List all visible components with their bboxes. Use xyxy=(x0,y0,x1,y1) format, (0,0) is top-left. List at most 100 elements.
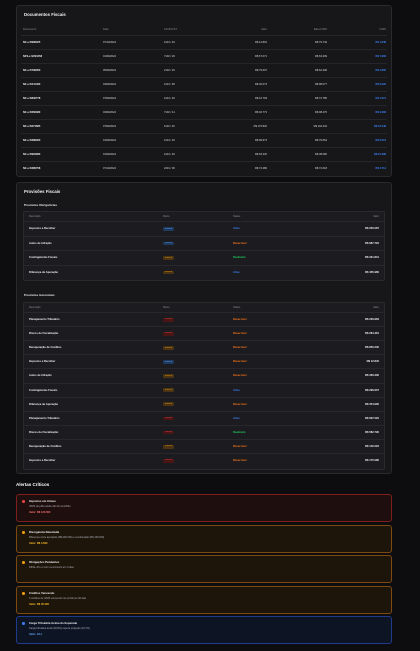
provision-desc: Autos de Infração xyxy=(29,241,52,245)
alert-description: Diferença entre apuração (R$ 290.000) e … xyxy=(29,535,105,539)
table-row[interactable]: NF-e 6/274685 07/09/2024 1102 / 40 R$ 176.8… xyxy=(21,119,387,133)
doc-valor: R$ 16.793 xyxy=(255,97,267,100)
provision-value: R$ 296.607 xyxy=(365,388,379,392)
alert-card[interactable]: Créditos Vencendo 3 créditos de ICMS venc… xyxy=(16,585,392,614)
table-row[interactable]: NF-e 6/441460 03/09/2024 1201 / 90 R$ 40.07… xyxy=(21,77,387,91)
header-desc: Descrição xyxy=(29,215,41,218)
doc-valor: R$ 40.073 xyxy=(255,83,267,86)
provision-type: mensal xyxy=(163,227,175,231)
header-tipo: Risco xyxy=(163,215,170,218)
provision-row[interactable]: Diferença de Apuração mensal Ativo R$ 465.9… xyxy=(24,264,384,280)
table-row[interactable]: NF-e 6/799003 05/09/2024 2102 / 20 R$ 79.60… xyxy=(21,63,387,77)
alert-card[interactable]: Carga Tributária Acima do Esperado Carga … xyxy=(16,616,392,644)
documents-panel: Documentos Fiscais Documento Data CFOP/C… xyxy=(16,5,392,177)
alert-icon xyxy=(22,591,25,595)
doc-number: NF-e 6/984980 xyxy=(23,153,41,156)
header-desc: Descrição xyxy=(29,306,41,309)
table-row[interactable]: NF-e 6/380708 07/10/2024 2201 / 00 R$ 74.38… xyxy=(21,161,387,175)
provision-desc: Riscos de Fiscalização xyxy=(29,332,59,336)
doc-icms: R$ 4.805 xyxy=(375,69,386,72)
provision-row[interactable]: Riscos de Fiscalização mensal Reversível R$… xyxy=(24,326,384,340)
header-base: Base ICMS xyxy=(313,27,327,31)
provision-desc: Diferença de Apuração xyxy=(29,270,59,274)
type-badge: mensal xyxy=(163,241,175,246)
doc-cfop: 1201 / 20 xyxy=(164,139,175,142)
status-label: Reversível xyxy=(233,241,247,245)
table-row[interactable]: NF-e 6/989025 07/10/2024 1201 / 40 R$ 12.89… xyxy=(21,35,387,49)
alert-title: Obrigações Pendentes xyxy=(29,560,60,564)
provision-row[interactable]: Autos de Infração mensal Reversível R$ 326.… xyxy=(24,368,384,382)
provision-row[interactable]: Planejamento Tributário mensal Ativo R$ 697… xyxy=(24,410,384,425)
table-row[interactable]: NF-e 6/984980 01/09/2024 1201 / 20 R$ 93.32… xyxy=(21,147,387,161)
alert-value: Valor: 18,1 xyxy=(29,633,42,636)
provision-type: mensal xyxy=(163,430,175,435)
provision-row[interactable]: Contingências Fiscais mensal Realizado R$ 3… xyxy=(24,250,384,265)
alert-description: DIFAL-Pro el com vencimento em 3 dias xyxy=(29,566,74,569)
provision-desc: Planejamento Tributário xyxy=(29,318,60,322)
alert-card[interactable]: Divergência Detectada Diferença entre apu… xyxy=(16,524,392,553)
provision-row[interactable]: Impostos a Recolher mensal Ativo R$ 200.087 xyxy=(24,221,384,236)
provision-value: R$ 326.390 xyxy=(365,374,379,378)
header-icms: ICMS xyxy=(379,27,386,31)
alert-card[interactable]: Impostos em Atraso ICMS de julho ainda nã… xyxy=(16,494,392,522)
doc-valor: R$ 93.320 xyxy=(255,153,267,156)
provision-row[interactable]: Impostos a Recolher mensal Reversível R$ 12… xyxy=(24,354,384,368)
provision-value: R$ 354.990 xyxy=(365,402,379,406)
doc-cfop: 1102 / 40 xyxy=(164,125,175,128)
provision-desc: Impostos a Recolher xyxy=(29,360,56,364)
type-badge: mensal xyxy=(163,346,175,350)
type-badge: mensal xyxy=(163,331,175,336)
table-row[interactable]: NF-e 6/386923 01/09/2024 1201 / 20 R$ 99.97… xyxy=(21,133,387,147)
provision-value: R$ 582.790 xyxy=(365,430,379,434)
doc-number: NF-e 6/441460 xyxy=(23,83,41,86)
doc-cfop: 1201 / 90 xyxy=(164,83,175,86)
doc-cfop: 7102 / 20 xyxy=(164,55,175,58)
provision-row[interactable]: Contingências Fiscais mensal Ativo R$ 296.6… xyxy=(24,382,384,397)
doc-cfop: 2201 / 00 xyxy=(164,167,175,170)
type-badge: mensal xyxy=(163,270,175,275)
managerial-title: Provisões Gerenciais xyxy=(24,293,55,297)
provision-row[interactable]: Recuperação de Créditos mensal Reversível R… xyxy=(24,340,384,354)
type-badge: mensal xyxy=(163,458,175,463)
doc-icms: R$ 1.848 xyxy=(375,41,386,44)
provision-row[interactable]: Riscos de Fiscalização mensal Realizado R$ … xyxy=(24,424,384,439)
status-label: Reversível xyxy=(233,346,247,350)
table-row[interactable]: NF-e 6/832778 07/09/2024 1201 / 20 R$ 16.79… xyxy=(21,91,387,105)
status-label: Reversível xyxy=(233,374,247,378)
doc-icms: R$ 4.074 xyxy=(375,97,386,100)
alerts-title: Alertas Críticos xyxy=(16,482,50,487)
status-label: Realizado xyxy=(233,256,246,260)
doc-date: 03/09/2024 xyxy=(103,83,116,86)
provision-row[interactable]: Autos de Infração mensal Reversível R$ 687.… xyxy=(24,235,384,251)
alert-icon xyxy=(22,500,25,503)
provision-value: R$ 229.962 xyxy=(365,318,379,322)
provision-desc: Recuperação de Créditos xyxy=(29,444,62,448)
header-doc: Documento xyxy=(23,27,37,31)
provision-row[interactable]: Recuperação de Créditos mensal Reversível R… xyxy=(24,438,384,453)
alert-card[interactable]: Obrigações Pendentes DIFAL-Pro el com ven… xyxy=(16,555,392,583)
provision-value: R$ 146.022 xyxy=(365,444,379,448)
provision-row[interactable]: Planejamento Tributário mensal Reversível R… xyxy=(24,312,384,326)
documents-table-header: Documento Data CFOP/CST Valor Base ICMS … xyxy=(21,25,387,33)
provision-type: mensal xyxy=(163,444,175,449)
provision-desc: Diferença de Apuração xyxy=(29,402,59,406)
type-badge: mensal xyxy=(163,256,175,260)
table-row[interactable]: NFS-e 6/294458 01/09/2024 7102 / 20 R$ 67.0… xyxy=(21,49,387,63)
doc-base: R$ 63.309 xyxy=(315,55,327,58)
alert-icon xyxy=(22,561,25,564)
provision-type: mensal xyxy=(163,317,175,322)
status-label: Reversível xyxy=(233,459,247,463)
managerial-table: Descrição Risco Status Valor Planejamento Tr… xyxy=(23,302,385,470)
documents-title: Documentos Fiscais xyxy=(24,12,66,17)
alert-description: 3 créditos de ICMS vencendo nos próximos… xyxy=(29,596,87,600)
table-row[interactable]: NF-e 6/269380 03/09/2024 7102 / 41 R$ 46.77… xyxy=(21,105,387,119)
provision-row[interactable]: Impostos a Recolher mensal Reversível R$ 17… xyxy=(24,453,384,467)
alert-description: Carga tributária atual (18,8%) supera pr… xyxy=(29,627,90,630)
status-label: Ativo xyxy=(233,270,240,274)
doc-number: NF-e 6/832778 xyxy=(23,97,41,100)
provision-type: mensal xyxy=(163,360,175,364)
provision-value: R$ 175.080 xyxy=(365,459,379,463)
provision-row[interactable]: Diferença de Apuração mensal Reversível R$ … xyxy=(24,396,384,411)
provision-type: mensal xyxy=(163,416,175,421)
doc-cfop: 7102 / 41 xyxy=(164,111,175,114)
